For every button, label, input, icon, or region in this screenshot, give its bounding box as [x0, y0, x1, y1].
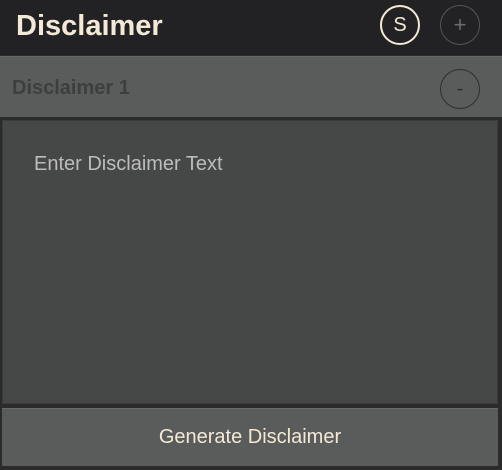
add-disclaimer-button[interactable]: +: [440, 5, 480, 45]
plus-icon: +: [453, 12, 467, 37]
s-button[interactable]: S: [380, 5, 420, 45]
disclaimer-section-header: Disclaimer 1 -: [0, 56, 502, 117]
page-title: Disclaimer: [16, 10, 163, 42]
header-bar: Disclaimer S +: [0, 0, 502, 55]
remove-disclaimer-button[interactable]: -: [440, 69, 480, 109]
minus-icon: -: [456, 77, 464, 100]
generate-disclaimer-button[interactable]: Generate Disclaimer: [2, 408, 498, 466]
section-label: Disclaimer 1: [12, 77, 130, 99]
disclaimer-text-input[interactable]: [2, 120, 498, 404]
